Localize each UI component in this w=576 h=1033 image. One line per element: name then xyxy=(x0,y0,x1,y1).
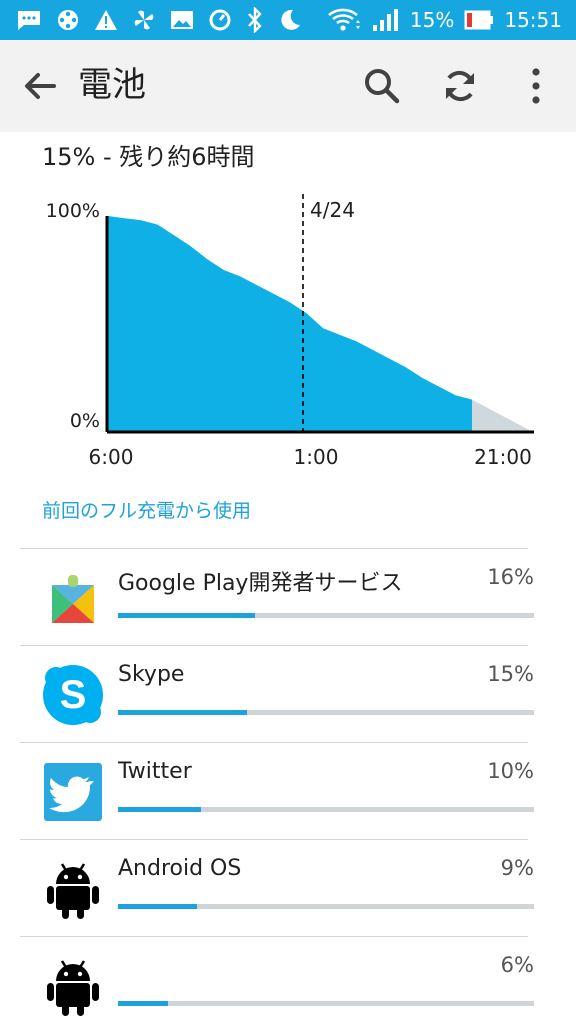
app-percent: 10% xyxy=(487,759,534,783)
date-marker-label: 4/24 xyxy=(310,198,355,222)
usage-bar-fill xyxy=(118,613,256,618)
usage-bar xyxy=(118,807,534,812)
google-play-services-icon xyxy=(52,575,94,623)
app-name: Twitter xyxy=(118,759,192,784)
refresh-icon xyxy=(446,70,474,102)
list-item[interactable]: S Skype 15% xyxy=(20,645,534,742)
pinwheel-icon xyxy=(134,10,154,30)
usage-section-title: 前回のフル充電から使用 xyxy=(42,500,252,522)
app-percent: 16% xyxy=(487,565,534,589)
warning-icon xyxy=(95,10,117,30)
battery-icon xyxy=(464,10,494,30)
y-tick-100: 100% xyxy=(46,200,100,222)
usage-bar-fill xyxy=(118,904,198,909)
x-tick-middle: 1:00 xyxy=(294,445,339,469)
x-tick-start: 6:00 xyxy=(89,445,134,469)
y-tick-0: 0% xyxy=(70,410,100,432)
usage-bar xyxy=(118,904,534,909)
app-percent: 15% xyxy=(487,662,534,686)
wifi-icon xyxy=(328,8,360,31)
skype-icon: S xyxy=(43,665,103,725)
app-bar: 電池 xyxy=(0,40,576,132)
message-icon xyxy=(18,11,40,30)
film-reel-icon xyxy=(58,10,78,30)
status-indicators: 15% 15:51 xyxy=(328,0,562,40)
x-tick-end: 21:00 xyxy=(474,445,532,469)
signal-strength-icon xyxy=(372,9,398,31)
usage-bar-fill xyxy=(118,710,247,715)
usage-bar xyxy=(118,1001,534,1006)
gallery-icon xyxy=(171,11,193,29)
chart-projected-area xyxy=(472,399,533,432)
status-bar: 15% 15:51 xyxy=(0,0,576,40)
app-usage-list: Google Play開発者サービス 16% S Skype 15% Twitt… xyxy=(20,548,534,1033)
search-icon xyxy=(365,69,400,104)
list-item[interactable]: Google Play開発者サービス 16% xyxy=(20,548,534,645)
battery-summary: 15% - 残り約6時間 xyxy=(42,143,255,171)
arrow-back-icon xyxy=(25,73,56,99)
chart-used-area xyxy=(108,216,472,432)
app-name: Skype xyxy=(118,662,185,687)
list-item[interactable]: Twitter 10% xyxy=(20,742,534,839)
notification-icons xyxy=(16,6,302,34)
app-percent: 9% xyxy=(500,856,534,880)
search-button[interactable] xyxy=(360,64,404,108)
usage-bar-fill xyxy=(118,807,202,812)
twitter-icon xyxy=(44,763,102,821)
usage-bar xyxy=(118,613,534,618)
usage-bar xyxy=(118,710,534,715)
battery-percent: 15% xyxy=(409,8,455,32)
bluetooth-icon xyxy=(248,7,262,33)
do-not-disturb-moon-icon xyxy=(281,9,300,30)
back-button[interactable] xyxy=(20,66,60,106)
battery-history-chart: 4/24 100% 0% 6:00 1:00 21:00 xyxy=(46,194,534,469)
usage-bar-fill xyxy=(118,1001,168,1006)
more-vert-icon xyxy=(532,68,540,104)
refresh-button[interactable] xyxy=(438,64,482,108)
list-item[interactable]: 6% xyxy=(20,936,534,1033)
speed-icon xyxy=(209,9,231,31)
android-icon xyxy=(47,960,99,1016)
clock: 15:51 xyxy=(504,8,562,32)
android-icon xyxy=(47,863,99,919)
page-title: 電池 xyxy=(78,65,146,105)
app-percent: 6% xyxy=(500,953,534,977)
app-name: Android OS xyxy=(118,856,242,881)
list-item[interactable]: Android OS 9% xyxy=(20,839,534,936)
more-options-button[interactable] xyxy=(514,64,558,108)
app-name: Google Play開発者サービス xyxy=(118,571,403,596)
svg-text:S: S xyxy=(60,673,87,717)
